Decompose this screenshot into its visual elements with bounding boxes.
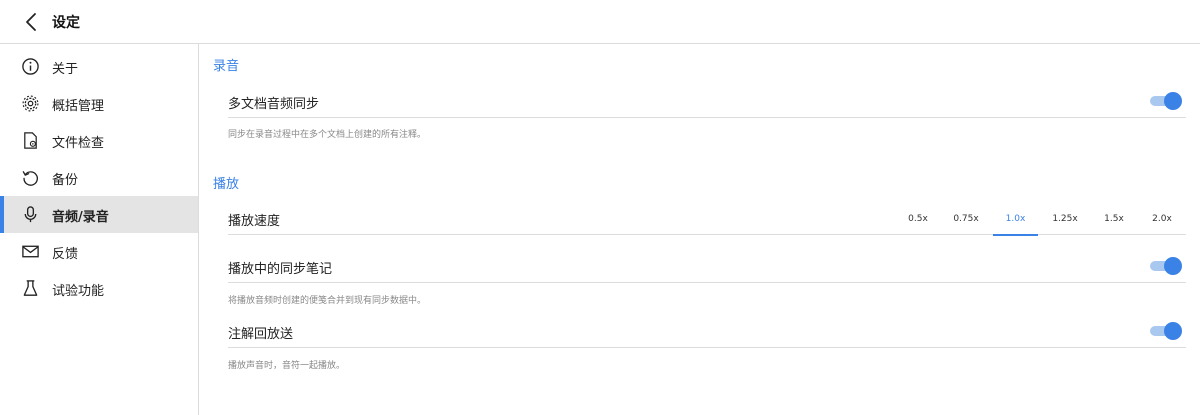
- info-circle-icon: [21, 57, 40, 76]
- section-title-playback: 播放: [213, 177, 240, 192]
- section-title-recording: 录音: [213, 59, 240, 74]
- page-title: 设定: [52, 15, 80, 31]
- mail-icon: [21, 242, 40, 261]
- speed-option-1-0x[interactable]: 1.0x: [993, 201, 1038, 236]
- history-icon: [21, 168, 40, 187]
- setting-label: 播放中的同步笔记: [228, 262, 333, 277]
- toggle-knob: [1164, 257, 1182, 275]
- setting-label: 注解回放送: [228, 327, 294, 342]
- sidebar-item-label: 反馈: [52, 247, 79, 262]
- setting-label: 播放速度: [228, 214, 281, 229]
- sidebar-item-label: 备份: [52, 173, 79, 188]
- sidebar-item-label: 概括管理: [52, 99, 105, 114]
- sidebar-item-about[interactable]: 关于: [0, 48, 198, 85]
- sidebar: 关于 概括管理 文件检查 备份 音频/录音 反馈 试验功能: [0, 44, 199, 415]
- sidebar-item-file-check[interactable]: 文件检查: [0, 122, 198, 159]
- flask-icon: [21, 279, 40, 298]
- sync-notes-toggle[interactable]: [1150, 257, 1182, 275]
- back-button[interactable]: [18, 8, 46, 36]
- setting-description: 将播放音频时创建的便笺合并到现有同步数据中。: [228, 296, 427, 306]
- sidebar-item-experimental[interactable]: 试验功能: [0, 270, 198, 307]
- setting-description: 同步在录音过程中在多个文档上创建的所有注释。: [228, 130, 427, 140]
- sidebar-item-audio-recording[interactable]: 音频/录音: [0, 196, 198, 233]
- sidebar-item-label: 试验功能: [52, 284, 105, 299]
- document-gear-icon: [21, 131, 40, 150]
- sidebar-item-label: 文件检查: [52, 136, 105, 151]
- speed-option-0-75x[interactable]: 0.75x: [946, 201, 986, 235]
- annotation-playback-toggle[interactable]: [1150, 322, 1182, 340]
- setting-row-sync-notes: 播放中的同步笔记: [228, 249, 1186, 283]
- setting-row-annotation-playback: 注解回放送: [228, 314, 1186, 348]
- speed-option-1-5x[interactable]: 1.5x: [1094, 201, 1134, 235]
- speed-option-2-0x[interactable]: 2.0x: [1142, 201, 1182, 235]
- speed-option-1-25x[interactable]: 1.25x: [1045, 201, 1085, 235]
- top-bar: 设定: [0, 0, 1200, 44]
- setting-row-multi-doc-sync: 多文档音频同步: [228, 84, 1186, 118]
- setting-row-playback-speed: 播放速度 0.5x 0.75x 1.0x 1.25x 1.5x 2.0x: [228, 201, 1186, 236]
- setting-label: 多文档音频同步: [228, 97, 320, 112]
- sidebar-item-summary-management[interactable]: 概括管理: [0, 85, 198, 122]
- sidebar-item-feedback[interactable]: 反馈: [0, 233, 198, 270]
- chevron-left-icon: [26, 13, 36, 31]
- multi-doc-sync-toggle[interactable]: [1150, 92, 1182, 110]
- toggle-knob: [1164, 322, 1182, 340]
- microphone-icon: [21, 205, 40, 224]
- sidebar-item-label: 关于: [52, 62, 79, 77]
- gear-icon: [21, 94, 40, 113]
- settings-content: 录音 多文档音频同步 同步在录音过程中在多个文档上创建的所有注释。 播放 播放速…: [200, 44, 1200, 415]
- setting-description: 播放声音时，音符一起播放。: [228, 361, 346, 371]
- toggle-knob: [1164, 92, 1182, 110]
- sidebar-item-backup[interactable]: 备份: [0, 159, 198, 196]
- sidebar-item-label: 音频/录音: [52, 210, 109, 225]
- speed-option-0-5x[interactable]: 0.5x: [898, 201, 938, 235]
